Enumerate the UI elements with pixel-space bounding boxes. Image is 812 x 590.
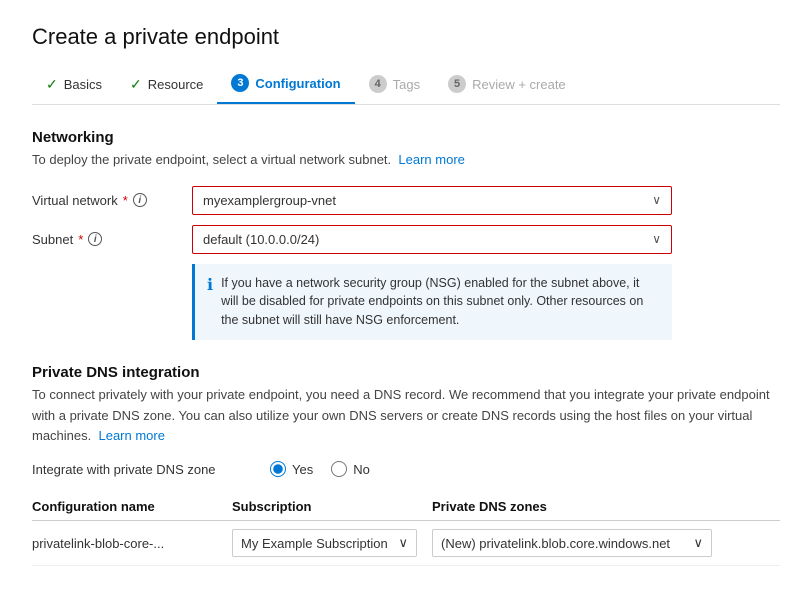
dns-zone-cell: (New) privatelink.blob.core.windows.net … <box>432 529 780 557</box>
step-basics-label: Basics <box>64 77 102 92</box>
dns-radio-label: Integrate with private DNS zone <box>32 462 252 477</box>
dns-no-input[interactable] <box>331 461 347 477</box>
dns-section-title: Private DNS integration <box>32 364 780 381</box>
step-review-label: Review + create <box>472 77 566 92</box>
info-circle-icon: ℹ <box>207 274 213 298</box>
info-icon[interactable]: i <box>133 193 147 207</box>
virtual-network-value: myexamplergroup-vnet <box>203 193 336 208</box>
dns-learn-more[interactable]: Learn more <box>98 428 164 443</box>
chevron-down-icon: ∨ <box>652 193 661 207</box>
col1-header: Configuration name <box>32 499 232 514</box>
step-basics[interactable]: ✓ Basics <box>32 68 116 103</box>
subnet-value: default (10.0.0.0/24) <box>203 232 319 247</box>
subnet-dropdown[interactable]: default (10.0.0.0/24) ∨ <box>192 225 672 254</box>
step-tags[interactable]: 4 Tags <box>355 67 434 103</box>
config-name-cell: privatelink-blob-core-... <box>32 536 232 551</box>
networking-title: Networking <box>32 129 780 146</box>
step-resource[interactable]: ✓ Resource <box>116 68 217 103</box>
dns-radio-no[interactable]: No <box>331 461 370 477</box>
nsg-info-text: If you have a network security group (NS… <box>221 274 660 330</box>
chevron-down-icon: ∨ <box>652 232 661 246</box>
step-num: 4 <box>369 75 387 93</box>
step-review[interactable]: 5 Review + create <box>434 67 580 103</box>
subnet-label: Subnet * i <box>32 232 192 247</box>
subscription-dropdown[interactable]: My Example Subscription ∨ <box>232 529 417 557</box>
dns-table-header: Configuration name Subscription Private … <box>32 493 780 521</box>
wizard-steps: ✓ Basics ✓ Resource 3 Configuration 4 Ta… <box>32 66 780 105</box>
dns-yes-input[interactable] <box>270 461 286 477</box>
subscription-value: My Example Subscription <box>241 536 388 551</box>
info-icon[interactable]: i <box>88 232 102 246</box>
page-title: Create a private endpoint <box>32 24 780 50</box>
dns-section-desc: To connect privately with your private e… <box>32 385 780 447</box>
step-configuration[interactable]: 3 Configuration <box>217 66 354 104</box>
dns-yes-label: Yes <box>292 462 313 477</box>
step-num: 5 <box>448 75 466 93</box>
dns-zone-value: (New) privatelink.blob.core.windows.net <box>441 536 670 551</box>
step-num: 3 <box>231 74 249 92</box>
dns-zone-dropdown[interactable]: (New) privatelink.blob.core.windows.net … <box>432 529 712 557</box>
subscription-cell: My Example Subscription ∨ <box>232 529 432 557</box>
virtual-network-dropdown[interactable]: myexamplergroup-vnet ∨ <box>192 186 672 215</box>
required-marker: * <box>123 193 128 208</box>
nsg-info-box: ℹ If you have a network security group (… <box>192 264 672 340</box>
col3-header: Private DNS zones <box>432 499 780 514</box>
step-configuration-label: Configuration <box>255 76 340 91</box>
required-marker: * <box>78 232 83 247</box>
networking-learn-more[interactable]: Learn more <box>398 152 464 167</box>
dns-radio-yes[interactable]: Yes <box>270 461 313 477</box>
dns-section: Private DNS integration To connect priva… <box>32 364 780 566</box>
checkmark-icon: ✓ <box>46 76 58 93</box>
networking-desc: To deploy the private endpoint, select a… <box>32 150 780 170</box>
dns-table-row: privatelink-blob-core-... My Example Sub… <box>32 521 780 566</box>
step-tags-label: Tags <box>393 77 420 92</box>
dns-radio-row: Integrate with private DNS zone Yes No <box>32 461 780 477</box>
checkmark-icon: ✓ <box>130 76 142 93</box>
networking-section: Networking To deploy the private endpoin… <box>32 129 780 340</box>
virtual-network-label: Virtual network * i <box>32 193 192 208</box>
subnet-row: Subnet * i default (10.0.0.0/24) ∨ <box>32 225 780 254</box>
dns-no-label: No <box>353 462 370 477</box>
col2-header: Subscription <box>232 499 432 514</box>
chevron-down-icon: ∨ <box>398 535 408 551</box>
chevron-down-icon: ∨ <box>693 535 703 551</box>
virtual-network-row: Virtual network * i myexamplergroup-vnet… <box>32 186 780 215</box>
step-resource-label: Resource <box>148 77 204 92</box>
